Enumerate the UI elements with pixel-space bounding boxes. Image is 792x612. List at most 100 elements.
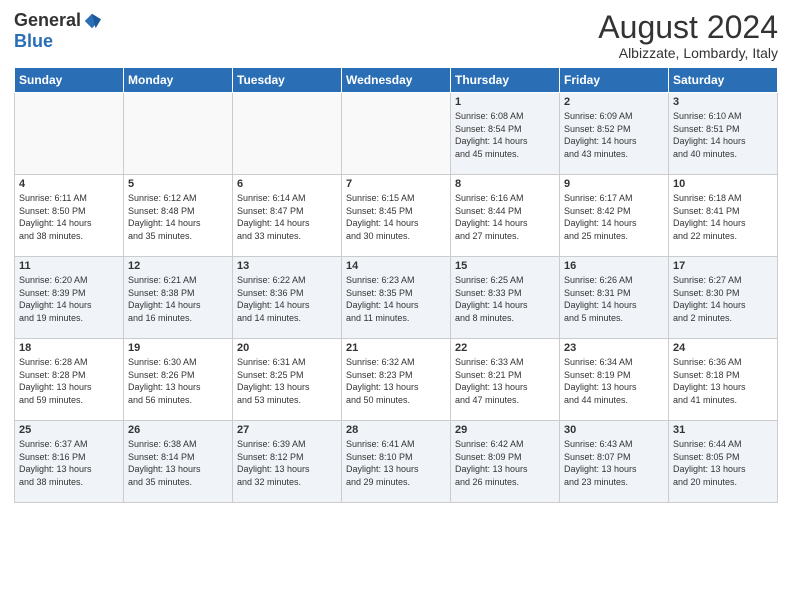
day-info: Sunrise: 6:34 AM Sunset: 8:19 PM Dayligh… bbox=[564, 357, 637, 405]
day-number: 31 bbox=[673, 424, 773, 436]
week-row-3: 18 Sunrise: 6:28 AM Sunset: 8:28 PM Dayli… bbox=[15, 339, 778, 421]
day-info: Sunrise: 6:23 AM Sunset: 8:35 PM Dayligh… bbox=[346, 275, 419, 323]
day-number: 20 bbox=[237, 342, 337, 354]
calendar-header-row: SundayMondayTuesdayWednesdayThursdayFrid… bbox=[15, 68, 778, 93]
logo-general-text: General bbox=[14, 10, 81, 31]
day-header-monday: Monday bbox=[124, 68, 233, 93]
day-info: Sunrise: 6:09 AM Sunset: 8:52 PM Dayligh… bbox=[564, 111, 637, 159]
calendar-cell: 24Sunrise: 6:36 AM Sunset: 8:18 PM Dayli… bbox=[669, 339, 778, 421]
day-info: Sunrise: 6:20 AM Sunset: 8:39 PM Dayligh… bbox=[19, 275, 92, 323]
day-number: 1 bbox=[455, 96, 555, 108]
calendar-cell: 16 Sunrise: 6:26 AM Sunset: 8:31 PM Dayli… bbox=[560, 257, 669, 339]
calendar-cell: 7 Sunrise: 6:15 AM Sunset: 8:45 PM Daylig… bbox=[342, 175, 451, 257]
day-info: Sunrise: 6:31 AM Sunset: 8:25 PM Dayligh… bbox=[237, 357, 310, 405]
day-number: 29 bbox=[455, 424, 555, 436]
calendar-cell: 21 Sunrise: 6:32 AM Sunset: 8:23 PM Dayli… bbox=[342, 339, 451, 421]
calendar-cell: 19Sunrise: 6:30 AM Sunset: 8:26 PM Dayli… bbox=[124, 339, 233, 421]
week-row-0: 1 Sunrise: 6:08 AM Sunset: 8:54 PM Daylig… bbox=[15, 93, 778, 175]
day-info: Sunrise: 6:33 AM Sunset: 8:21 PM Dayligh… bbox=[455, 357, 528, 405]
day-number: 14 bbox=[346, 260, 446, 272]
day-info: Sunrise: 6:26 AM Sunset: 8:31 PM Dayligh… bbox=[564, 275, 637, 323]
calendar-cell: 6 Sunrise: 6:14 AM Sunset: 8:47 PM Daylig… bbox=[233, 175, 342, 257]
day-info: Sunrise: 6:43 AM Sunset: 8:07 PM Dayligh… bbox=[564, 439, 637, 487]
calendar-cell: 10Sunrise: 6:18 AM Sunset: 8:41 PM Dayli… bbox=[669, 175, 778, 257]
calendar-cell: 25Sunrise: 6:37 AM Sunset: 8:16 PM Dayli… bbox=[15, 421, 124, 503]
logo: General Blue bbox=[14, 10, 101, 52]
day-number: 22 bbox=[455, 342, 555, 354]
calendar-cell: 31 Sunrise: 6:44 AM Sunset: 8:05 PM Dayli… bbox=[669, 421, 778, 503]
day-info: Sunrise: 6:17 AM Sunset: 8:42 PM Dayligh… bbox=[564, 193, 637, 241]
day-number: 26 bbox=[128, 424, 228, 436]
week-row-1: 4Sunrise: 6:11 AM Sunset: 8:50 PM Daylig… bbox=[15, 175, 778, 257]
day-number: 28 bbox=[346, 424, 446, 436]
day-header-sunday: Sunday bbox=[15, 68, 124, 93]
day-info: Sunrise: 6:25 AM Sunset: 8:33 PM Dayligh… bbox=[455, 275, 528, 323]
logo-icon bbox=[83, 12, 101, 30]
calendar-cell: 11 Sunrise: 6:20 AM Sunset: 8:39 PM Dayli… bbox=[15, 257, 124, 339]
day-info: Sunrise: 6:08 AM Sunset: 8:54 PM Dayligh… bbox=[455, 111, 528, 159]
day-header-thursday: Thursday bbox=[451, 68, 560, 93]
subtitle: Albizzate, Lombardy, Italy bbox=[598, 45, 778, 61]
calendar-cell: 14 Sunrise: 6:23 AM Sunset: 8:35 PM Dayli… bbox=[342, 257, 451, 339]
day-info: Sunrise: 6:42 AM Sunset: 8:09 PM Dayligh… bbox=[455, 439, 528, 487]
calendar-cell: 1 Sunrise: 6:08 AM Sunset: 8:54 PM Daylig… bbox=[451, 93, 560, 175]
calendar-cell: 13 Sunrise: 6:22 AM Sunset: 8:36 PM Dayli… bbox=[233, 257, 342, 339]
day-info: Sunrise: 6:14 AM Sunset: 8:47 PM Dayligh… bbox=[237, 193, 310, 241]
day-number: 10 bbox=[673, 178, 773, 190]
calendar-cell bbox=[342, 93, 451, 175]
calendar-cell: 30 Sunrise: 6:43 AM Sunset: 8:07 PM Dayli… bbox=[560, 421, 669, 503]
day-info: Sunrise: 6:12 AM Sunset: 8:48 PM Dayligh… bbox=[128, 193, 201, 241]
day-info: Sunrise: 6:15 AM Sunset: 8:45 PM Dayligh… bbox=[346, 193, 419, 241]
day-header-saturday: Saturday bbox=[669, 68, 778, 93]
page: General Blue August 2024 Albizzate, Lomb… bbox=[0, 0, 792, 612]
day-number: 7 bbox=[346, 178, 446, 190]
day-info: Sunrise: 6:38 AM Sunset: 8:14 PM Dayligh… bbox=[128, 439, 201, 487]
calendar-cell: 28 Sunrise: 6:41 AM Sunset: 8:10 PM Dayli… bbox=[342, 421, 451, 503]
day-number: 25 bbox=[19, 424, 119, 436]
day-info: Sunrise: 6:27 AM Sunset: 8:30 PM Dayligh… bbox=[673, 275, 746, 323]
title-section: August 2024 Albizzate, Lombardy, Italy bbox=[598, 10, 778, 61]
day-info: Sunrise: 6:22 AM Sunset: 8:36 PM Dayligh… bbox=[237, 275, 310, 323]
calendar-cell bbox=[124, 93, 233, 175]
day-info: Sunrise: 6:28 AM Sunset: 8:28 PM Dayligh… bbox=[19, 357, 92, 405]
calendar-cell: 8Sunrise: 6:16 AM Sunset: 8:44 PM Daylig… bbox=[451, 175, 560, 257]
day-number: 11 bbox=[19, 260, 119, 272]
day-number: 18 bbox=[19, 342, 119, 354]
calendar-cell: 20 Sunrise: 6:31 AM Sunset: 8:25 PM Dayli… bbox=[233, 339, 342, 421]
day-number: 19 bbox=[128, 342, 228, 354]
day-number: 13 bbox=[237, 260, 337, 272]
day-number: 23 bbox=[564, 342, 664, 354]
day-header-friday: Friday bbox=[560, 68, 669, 93]
day-number: 30 bbox=[564, 424, 664, 436]
calendar-cell: 15Sunrise: 6:25 AM Sunset: 8:33 PM Dayli… bbox=[451, 257, 560, 339]
calendar-cell: 17 Sunrise: 6:27 AM Sunset: 8:30 PM Dayli… bbox=[669, 257, 778, 339]
day-info: Sunrise: 6:21 AM Sunset: 8:38 PM Dayligh… bbox=[128, 275, 201, 323]
day-number: 16 bbox=[564, 260, 664, 272]
logo-blue-text: Blue bbox=[14, 31, 53, 52]
calendar-cell: 2 Sunrise: 6:09 AM Sunset: 8:52 PM Daylig… bbox=[560, 93, 669, 175]
day-number: 3 bbox=[673, 96, 773, 108]
day-info: Sunrise: 6:10 AM Sunset: 8:51 PM Dayligh… bbox=[673, 111, 746, 159]
day-info: Sunrise: 6:32 AM Sunset: 8:23 PM Dayligh… bbox=[346, 357, 419, 405]
day-number: 6 bbox=[237, 178, 337, 190]
week-row-2: 11 Sunrise: 6:20 AM Sunset: 8:39 PM Dayli… bbox=[15, 257, 778, 339]
day-info: Sunrise: 6:44 AM Sunset: 8:05 PM Dayligh… bbox=[673, 439, 746, 487]
header: General Blue August 2024 Albizzate, Lomb… bbox=[14, 10, 778, 61]
day-number: 21 bbox=[346, 342, 446, 354]
day-number: 5 bbox=[128, 178, 228, 190]
day-info: Sunrise: 6:39 AM Sunset: 8:12 PM Dayligh… bbox=[237, 439, 310, 487]
day-number: 17 bbox=[673, 260, 773, 272]
calendar-cell: 3 Sunrise: 6:10 AM Sunset: 8:51 PM Daylig… bbox=[669, 93, 778, 175]
calendar-cell: 4Sunrise: 6:11 AM Sunset: 8:50 PM Daylig… bbox=[15, 175, 124, 257]
day-header-wednesday: Wednesday bbox=[342, 68, 451, 93]
calendar-cell: 12 Sunrise: 6:21 AM Sunset: 8:38 PM Dayli… bbox=[124, 257, 233, 339]
calendar-cell: 26 Sunrise: 6:38 AM Sunset: 8:14 PM Dayli… bbox=[124, 421, 233, 503]
day-number: 27 bbox=[237, 424, 337, 436]
day-number: 12 bbox=[128, 260, 228, 272]
calendar-cell bbox=[15, 93, 124, 175]
day-number: 2 bbox=[564, 96, 664, 108]
day-info: Sunrise: 6:41 AM Sunset: 8:10 PM Dayligh… bbox=[346, 439, 419, 487]
main-title: August 2024 bbox=[598, 10, 778, 45]
calendar-cell: 5 Sunrise: 6:12 AM Sunset: 8:48 PM Daylig… bbox=[124, 175, 233, 257]
calendar-cell: 18 Sunrise: 6:28 AM Sunset: 8:28 PM Dayli… bbox=[15, 339, 124, 421]
